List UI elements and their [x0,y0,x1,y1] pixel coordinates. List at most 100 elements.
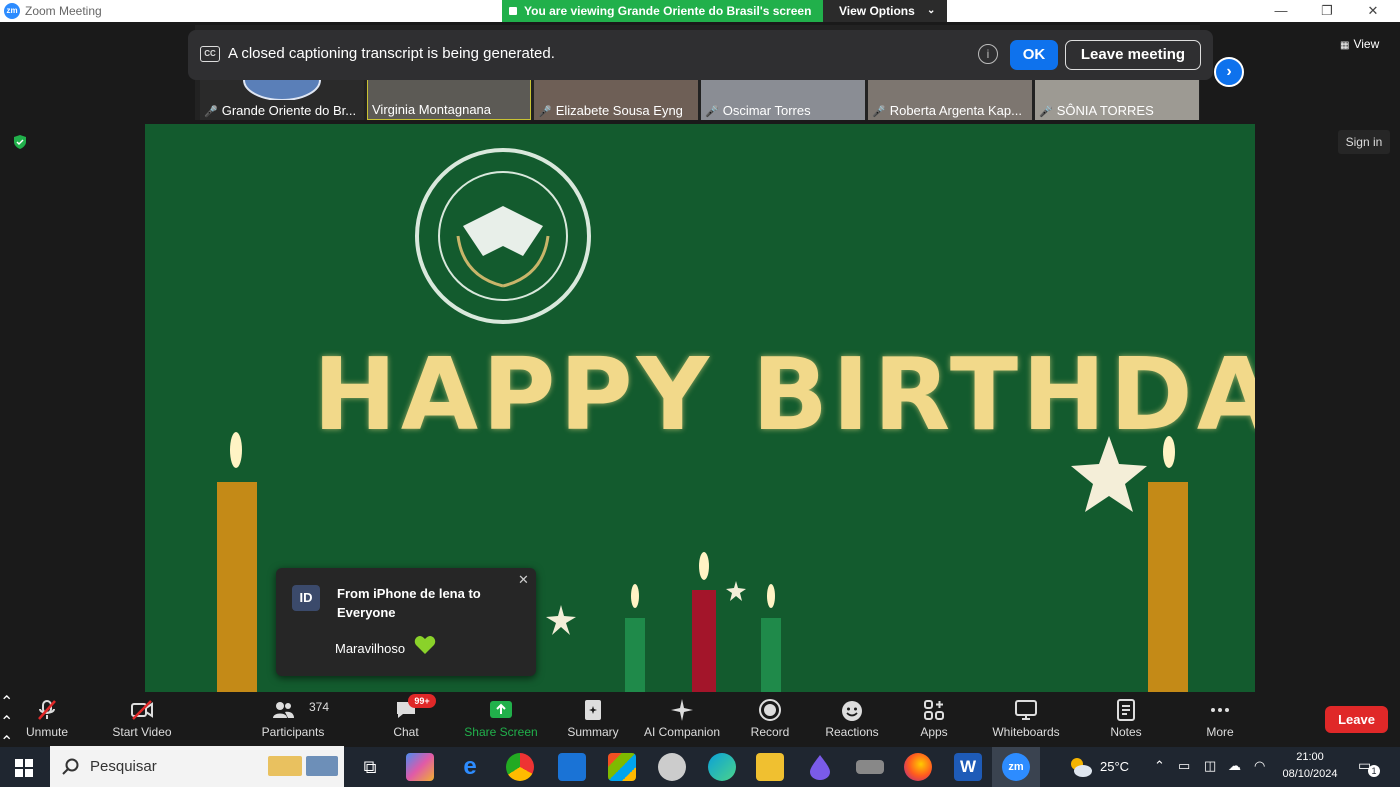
record-label: Record [750,725,790,739]
record-button[interactable]: Record [742,692,798,747]
word-icon[interactable]: W [954,753,982,781]
chat-sender: From iPhone de lena to Everyone [337,586,481,620]
participant-name: 🎤 SÔNIA TORRES [1039,103,1154,118]
grid-icon: ▦ [1340,40,1350,51]
participant-name: 🎤 Elizabete Sousa Eyng [538,103,683,118]
whiteboards-button[interactable]: Whiteboards [984,692,1068,747]
reactions-button[interactable]: Reactions [818,692,886,747]
meeting-toolbar: Unmute ⌃ Start Video ⌃ 374 Participants … [0,692,1400,771]
system-clock[interactable]: 21:00 08/10/2024 [1278,749,1342,783]
sparkle-icon [671,699,693,721]
file-explorer-icon[interactable] [756,753,784,781]
star-decoration [1071,436,1147,512]
share-screen-label: Share Screen [464,725,538,739]
task-view-icon[interactable]: ⧉ [356,753,384,781]
taskbar-search[interactable]: Pesquisar [50,746,344,787]
chat-notification[interactable]: ID From iPhone de lena to Everyone Marav… [276,568,536,676]
close-icon[interactable]: ✕ [518,572,529,588]
chat-label: Chat [393,725,419,739]
captions-notification: CC A closed captioning transcript is bei… [188,30,1213,80]
sign-in-button[interactable]: Sign in [1338,130,1390,154]
apps-button[interactable]: Apps [908,692,960,747]
more-button[interactable]: More [1194,692,1246,747]
participant-tile[interactable]: 🎤 Elizabete Sousa Eyng [534,78,698,120]
window-title: Zoom Meeting [25,4,102,18]
participants-count: 374 [309,700,330,714]
windows-start-icon[interactable] [15,759,33,777]
ok-button[interactable]: OK [1010,40,1058,70]
ai-companion-button[interactable]: AI Companion [640,692,724,747]
green-candle [625,584,645,692]
zoom-taskbar-active[interactable]: zm [992,747,1040,787]
notifications-icon[interactable]: ▭ 1 [1358,757,1380,777]
record-icon [759,699,781,721]
copilot-icon[interactable] [406,753,434,781]
cloud-icon[interactable]: ☁ [1228,758,1241,774]
battery-icon[interactable]: ▭ [1178,758,1190,774]
star-decoration [726,581,746,601]
participants-label: Participants [261,725,325,739]
weather-icon[interactable] [1066,753,1094,781]
chevron-up-icon[interactable]: ⌃ [1154,758,1165,774]
red-candle [692,552,716,692]
minimize-icon[interactable]: — [1266,2,1296,20]
captions-message: A closed captioning transcript is being … [228,45,555,62]
leave-meeting-button[interactable]: Leave meeting [1065,40,1201,70]
gold-candle-left [217,432,257,692]
screen-share-banner: You are viewing Grande Oriente do Brasil… [502,0,823,22]
info-icon[interactable]: i [978,44,998,64]
internet-explorer-icon[interactable]: e [456,753,484,781]
security-shield-icon[interactable] [12,134,28,150]
green-heart-icon [414,636,436,654]
app-icon[interactable] [856,760,884,774]
leave-button[interactable]: Leave [1325,706,1388,733]
edge-icon[interactable] [708,753,736,781]
unmute-button[interactable]: Unmute [14,692,80,747]
avatar: ID [292,585,320,611]
reactions-label: Reactions [825,725,879,739]
search-placeholder: Pesquisar [90,758,157,775]
mail-icon[interactable] [558,753,586,781]
drop-app-icon[interactable] [806,753,834,781]
muted-mic-icon: 🎤 [705,106,719,118]
participant-tile[interactable]: 🎤 SÔNIA TORRES [1035,78,1199,120]
summary-icon [585,700,601,720]
clock-date: 08/10/2024 [1282,768,1338,780]
participant-tile[interactable]: 🎤 Roberta Argenta Kap... [868,78,1032,120]
restore-icon[interactable]: ❐ [1312,2,1342,20]
microsoft-store-icon[interactable] [608,753,636,781]
apps-icon [924,700,944,720]
view-options-button[interactable]: View Options ⌄ [823,0,947,22]
view-options-label: View Options [839,4,915,18]
summary-button[interactable]: Summary [560,692,626,747]
app-icon[interactable] [658,753,686,781]
zoom-logo-icon: zm [4,3,20,19]
notification-count: 1 [1368,765,1380,777]
share-indicator-icon [509,7,517,15]
closed-caption-icon: CC [200,46,220,62]
org-logo-icon [243,78,321,100]
chrome-icon[interactable] [506,753,534,781]
participant-tile[interactable]: 🎤 Grande Oriente do Br... [200,78,364,120]
smiley-icon [842,701,862,721]
video-off-icon [131,700,153,720]
chevron-down-icon: ⌄ [927,5,936,16]
participant-tile[interactable]: 🎤 Oscimar Torres [701,78,865,120]
participants-button[interactable]: 374 Participants [258,692,330,747]
share-screen-button[interactable]: Share Screen [462,692,540,747]
participant-name: 🎤 Roberta Argenta Kap... [872,103,1022,118]
wifi-icon[interactable]: ◠ [1254,758,1265,774]
next-page-icon[interactable]: › [1214,57,1244,87]
notes-button[interactable]: Notes [1100,692,1152,747]
share-screen-icon [490,701,512,718]
close-window-icon[interactable]: ✕ [1358,2,1388,20]
share-banner-text: You are viewing Grande Oriente do Brasil… [524,4,812,18]
start-video-button[interactable]: Start Video [106,692,178,747]
green-candle [761,584,781,692]
firefox-icon[interactable] [904,753,932,781]
star-decoration [546,605,576,635]
view-button[interactable]: ▦ View [1340,37,1379,51]
participant-tile[interactable]: Virginia Montagnana [367,78,531,120]
fraternity-seal-logo [415,148,591,324]
webcam-icon[interactable]: ◫ [1204,758,1216,774]
